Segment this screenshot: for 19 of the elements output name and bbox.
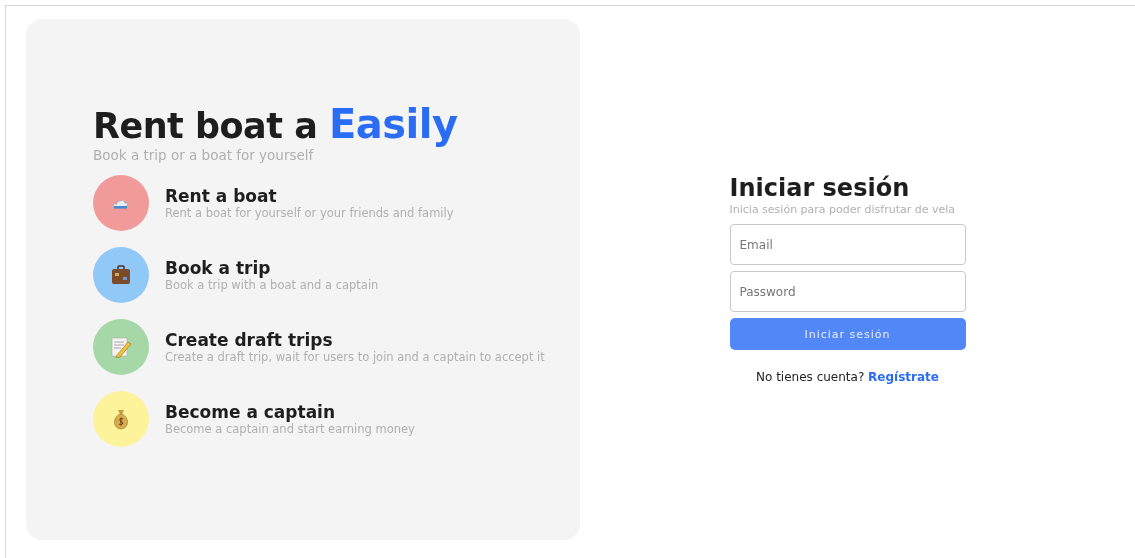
feature-description: Create a draft trip, wait for users to join and a captain to accept it — [165, 350, 545, 364]
login-title: Iniciar sesión — [729, 173, 911, 203]
feature-title: Create draft trips — [165, 330, 334, 350]
feature-description: Rent a boat for yourself or your friends and family — [165, 206, 454, 220]
signup-link[interactable]: Regístrate — [868, 370, 939, 384]
hero-subtitle: Book a trip or a boat for yourself — [93, 147, 315, 163]
suitcase-icon — [110, 264, 132, 286]
feature-description: Become a captain and start earning money — [165, 422, 415, 436]
signup-prompt: No tienes cuenta? — [756, 370, 865, 384]
input-field[interactable]: Password — [729, 271, 966, 312]
notepad-pencil-icon — [110, 336, 132, 358]
hero-title: Rent boat a Easily — [93, 100, 459, 149]
login-button[interactable]: Iniciar sesión — [729, 318, 966, 350]
feature-description: Book a trip with a boat and a captain — [165, 278, 379, 292]
input-field[interactable]: Email — [729, 224, 966, 265]
feature-title: Book a trip — [165, 258, 272, 278]
feature-title: Rent a boat — [165, 186, 278, 206]
login-subtitle: Inicia sesión para poder disfrutar de vela — [729, 203, 957, 216]
feature-title: Become a captain — [165, 402, 337, 422]
